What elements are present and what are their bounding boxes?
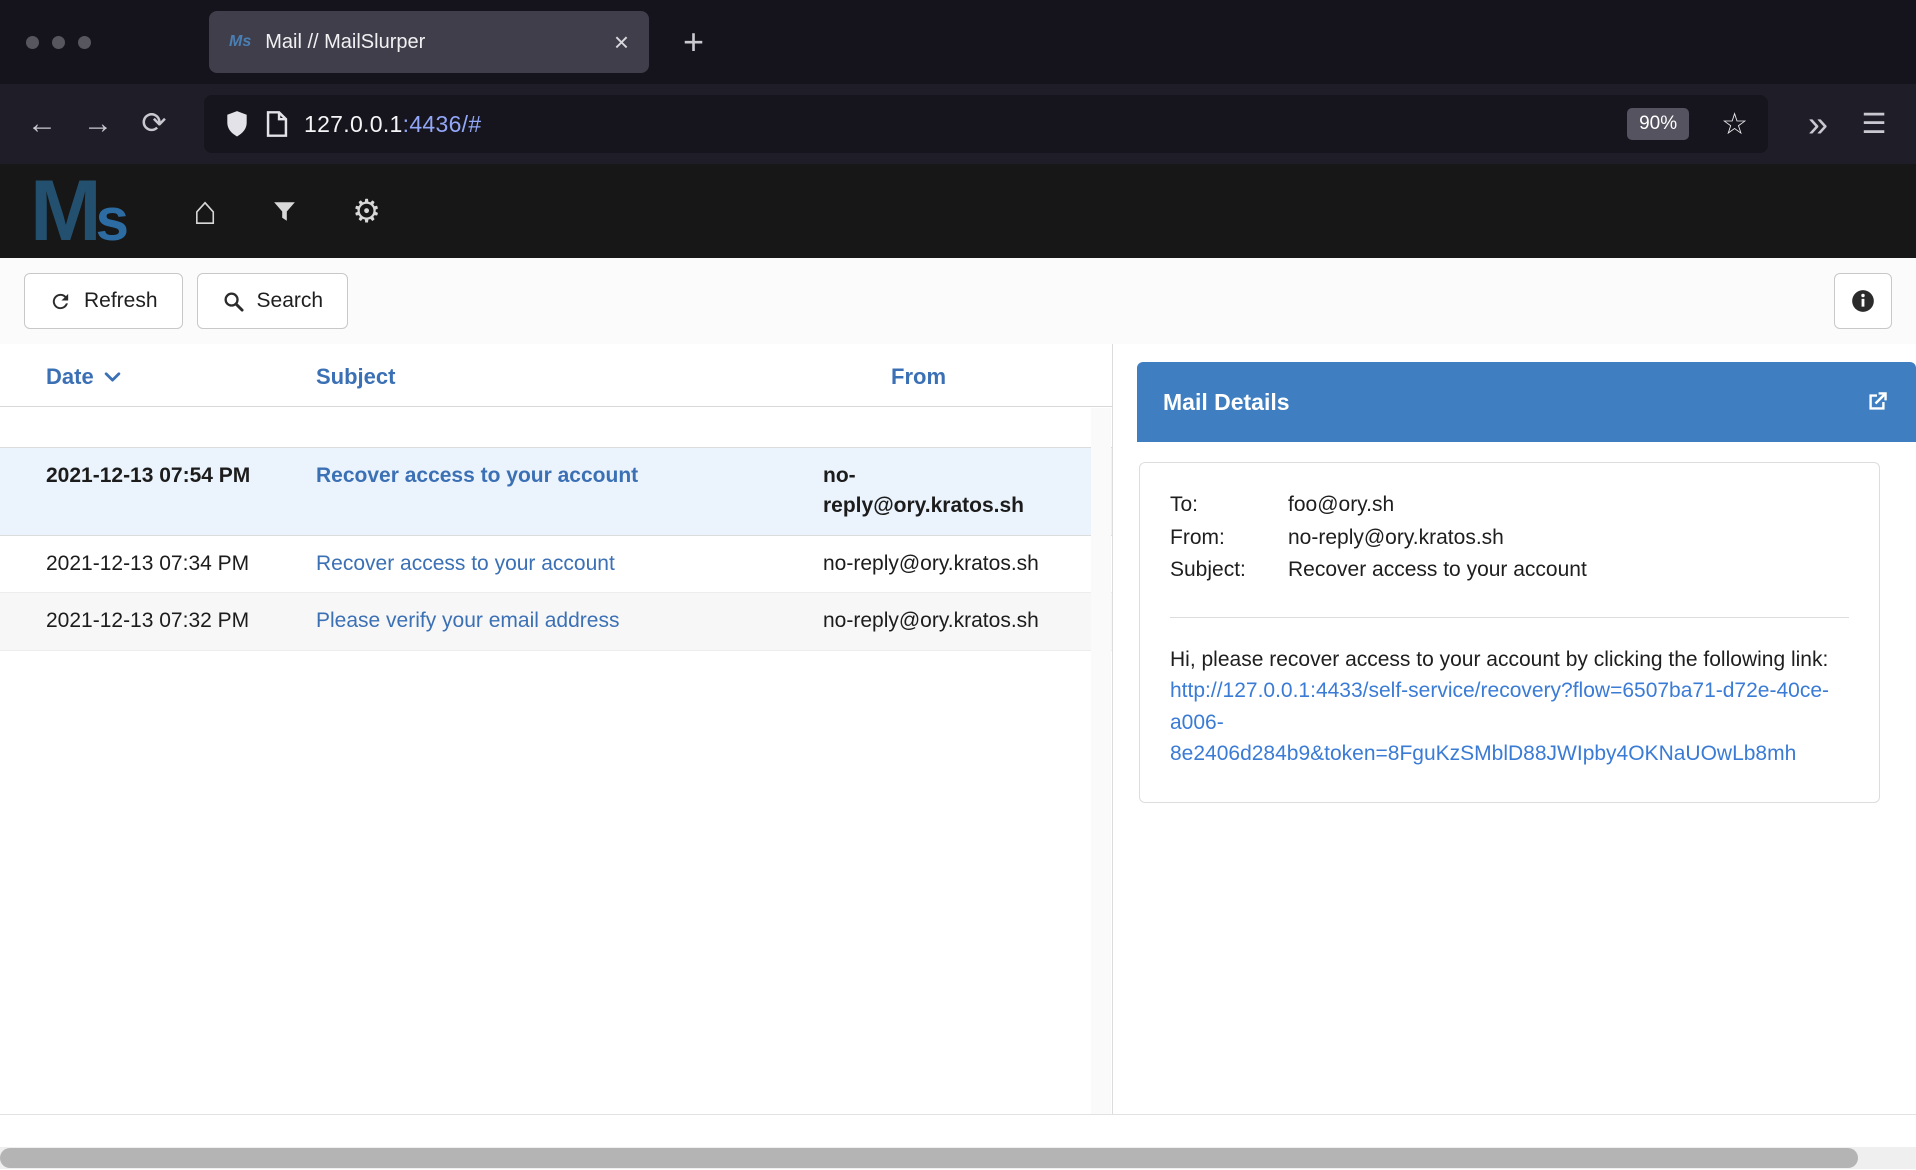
mailslurper-header: M s ⌂ ⚙ [0, 164, 1916, 258]
mail-list-body: 2021-12-13 07:54 PM Recover access to yo… [0, 447, 1112, 651]
url-bar[interactable]: 127.0.0.1:4436/# 90% ☆ [204, 95, 1768, 153]
mail-row[interactable]: 2021-12-13 07:32 PM Please verify your e… [0, 593, 1112, 650]
to-label: To: [1170, 489, 1288, 522]
mail-date: 2021-12-13 07:32 PM [0, 606, 270, 636]
to-value: foo@ory.sh [1288, 489, 1394, 522]
tab-title: Mail // MailSlurper [265, 31, 600, 54]
mail-date: 2021-12-13 07:34 PM [0, 549, 270, 579]
home-icon[interactable]: ⌂ [193, 191, 217, 231]
mail-list-pane: Date Subject From 2021-12-13 07:54 PM Re… [0, 344, 1113, 1114]
tab-close-icon[interactable]: × [614, 29, 629, 55]
from-label: From: [1170, 522, 1288, 555]
subject-label: Subject: [1170, 554, 1288, 587]
horizontal-scrollbar-thumb[interactable] [0, 1148, 1858, 1168]
from-value: no-reply@ory.kratos.sh [1288, 522, 1504, 555]
page-info-icon[interactable] [266, 110, 288, 138]
divider [1170, 617, 1849, 618]
overflow-chevrons-icon[interactable]: » [1790, 106, 1846, 142]
url-text: 127.0.0.1:4436/# [304, 111, 481, 138]
app-navigation: ⌂ ⚙ [193, 191, 381, 231]
reload-button[interactable]: ⟳ [126, 109, 182, 139]
mail-meta: To: foo@ory.sh From: no-reply@ory.kratos… [1170, 489, 1849, 587]
mail-body-text: Hi, please recover access to your accoun… [1170, 648, 1828, 671]
toolbar: Refresh Search [0, 258, 1916, 344]
logo-letter-m: M [30, 168, 98, 254]
search-icon [222, 290, 245, 313]
sort-descending-icon [104, 372, 121, 383]
forward-button[interactable]: → [70, 109, 126, 139]
subject-value: Recover access to your account [1288, 554, 1587, 587]
mail-details-header: Mail Details [1137, 362, 1916, 442]
back-button[interactable]: ← [14, 109, 70, 139]
refresh-label: Refresh [84, 289, 158, 313]
url-port-path: :4436/# [403, 111, 482, 137]
filter-icon[interactable] [273, 200, 296, 223]
zoom-level-badge[interactable]: 90% [1627, 108, 1689, 140]
main-content: Date Subject From 2021-12-13 07:54 PM Re… [0, 344, 1916, 1114]
open-external-icon[interactable] [1864, 389, 1890, 415]
footer-divider [0, 1114, 1916, 1115]
mail-body: Hi, please recover access to your accoun… [1170, 644, 1849, 770]
mailslurper-favicon-icon: Ms [229, 33, 251, 51]
refresh-icon [49, 290, 72, 313]
mail-list-header: Date Subject From [0, 364, 1112, 407]
mail-subject-link[interactable]: Recover access to your account [270, 549, 775, 579]
hamburger-menu-icon[interactable]: ☰ [1846, 110, 1902, 138]
mail-from: no-reply@ory.kratos.sh [775, 461, 1112, 522]
new-tab-button[interactable]: + [683, 21, 704, 63]
search-label: Search [257, 289, 324, 313]
column-header-subject: Subject [270, 364, 775, 390]
column-header-date[interactable]: Date [0, 364, 270, 390]
logo-letter-s: s [96, 190, 129, 250]
mail-row-selected[interactable]: 2021-12-13 07:54 PM Recover access to yo… [0, 447, 1112, 536]
refresh-button[interactable]: Refresh [24, 273, 183, 329]
mailslurper-logo: M s [30, 168, 129, 254]
mail-details-card: To: foo@ory.sh From: no-reply@ory.kratos… [1139, 462, 1880, 803]
column-header-from: From [775, 364, 1112, 390]
mail-date: 2021-12-13 07:54 PM [0, 461, 270, 522]
browser-navbar: ← → ⟳ 127.0.0.1:4436/# 90% ☆ » ☰ [0, 84, 1916, 164]
window-control-dot[interactable] [78, 36, 91, 49]
mail-from: no-reply@ory.kratos.sh [775, 606, 1112, 636]
mail-subject-link[interactable]: Recover access to your account [270, 461, 775, 522]
browser-tab[interactable]: Ms Mail // MailSlurper × [209, 11, 649, 73]
date-header-label: Date [46, 364, 94, 390]
mail-details-pane: Mail Details To: foo@ory.sh From: no-rep… [1113, 344, 1916, 1114]
window-control-dot[interactable] [26, 36, 39, 49]
list-scrollbar[interactable] [1091, 408, 1111, 1114]
window-controls [26, 36, 91, 49]
mail-subject-link[interactable]: Please verify your email address [270, 606, 775, 636]
horizontal-scrollbar[interactable] [0, 1147, 1916, 1169]
mail-row[interactable]: 2021-12-13 07:34 PM Recover access to yo… [0, 536, 1112, 593]
info-button[interactable] [1834, 273, 1892, 329]
mail-from: no-reply@ory.kratos.sh [775, 549, 1112, 579]
recovery-link[interactable]: http://127.0.0.1:4433/self-service/recov… [1170, 679, 1829, 765]
mail-details-title: Mail Details [1163, 389, 1290, 416]
window-control-dot[interactable] [52, 36, 65, 49]
bookmark-star-icon[interactable]: ☆ [1721, 107, 1748, 142]
settings-gear-icon[interactable]: ⚙ [352, 195, 381, 227]
info-icon [1850, 288, 1876, 314]
browser-tab-bar: Ms Mail // MailSlurper × + [0, 0, 1916, 84]
shield-icon[interactable] [224, 110, 250, 138]
search-button[interactable]: Search [197, 273, 349, 329]
url-host: 127.0.0.1 [304, 111, 403, 137]
